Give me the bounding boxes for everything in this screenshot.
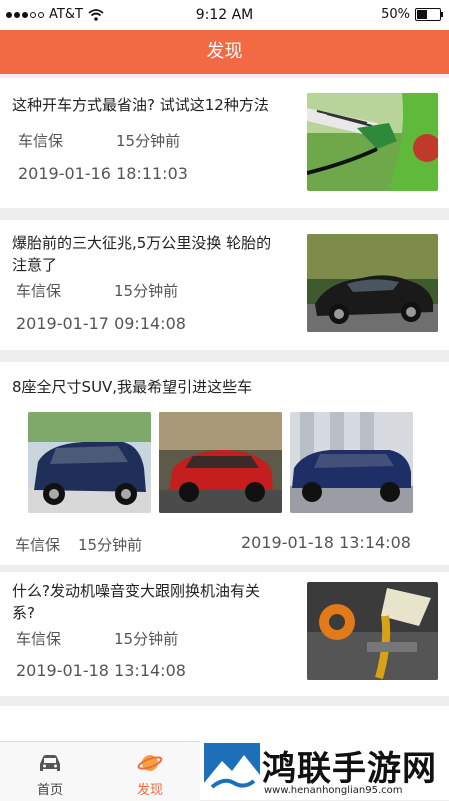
tab-discover-label: 发现 [136,783,163,798]
article-title-line: 什么?发动机噪音变大跟刚换机油有关 [12,582,260,600]
article-title-line: 系? [12,604,35,622]
car-icon [40,755,60,771]
tab-home[interactable]: 首页 [0,742,100,801]
article-date: 2019-01-16 18:11:03 [18,164,188,183]
article-thumbnail[interactable] [290,412,413,513]
article-card[interactable]: 8座全尺寸SUV,我最希望引进这些车 车信保 15分钟前 2019-01-18 … [0,362,449,565]
watermark-name: 鸿联手游网 [262,749,437,789]
planet-icon [137,755,163,771]
status-bar: AT&T 9:12 AM 50% [0,0,449,30]
watermark-logo-icon [204,743,260,797]
header-bar: 发现 [0,30,449,74]
article-card[interactable]: 什么?发动机噪音变大跟刚换机油有关 系? 车信保 15分钟前 2019-01-1… [0,572,449,696]
site-watermark: 鸿联手游网 www.henanhonglian95.com [200,741,449,800]
watermark-url: www.henanhonglian95.com [264,785,403,796]
article-thumbnail[interactable] [307,582,438,680]
article-title-line: 注意了 [12,256,58,274]
article-date: 2019-01-18 13:14:08 [241,533,411,552]
article-source: 车信保 [16,630,62,648]
article-thumbnail[interactable] [28,412,151,513]
article-source: 车信保 [15,536,61,554]
article-date: 2019-01-18 13:14:08 [16,661,186,680]
article-date: 2019-01-17 09:14:08 [16,314,186,333]
article-title[interactable]: 这种开车方式最省油? 试试这12种方法 [12,94,269,116]
article-title[interactable]: 8座全尺寸SUV,我最希望引进这些车 [12,376,252,398]
article-thumbnail[interactable] [307,234,438,332]
article-time-ago: 15分钟前 [114,282,179,300]
article-title-line: 爆胎前的三大征兆,5万公里没换 轮胎的 [12,234,272,252]
article-source: 车信保 [18,132,64,150]
article-time-ago: 15分钟前 [78,536,143,554]
battery-icon [415,8,443,21]
article-thumbnail[interactable] [159,412,282,513]
article-card[interactable]: 爆胎前的三大征兆,5万公里没换 轮胎的 注意了 车信保 15分钟前 2019-0… [0,220,449,350]
page-title: 发现 [206,41,243,62]
article-title[interactable]: 什么?发动机噪音变大跟刚换机油有关 系? [12,580,260,624]
article-card-placeholder [0,706,449,741]
tab-home-label: 首页 [36,783,63,798]
article-thumbnail[interactable] [307,93,438,191]
tab-discover[interactable]: 发现 [100,742,200,801]
article-time-ago: 15分钟前 [114,630,179,648]
article-time-ago: 15分钟前 [116,132,181,150]
article-title[interactable]: 爆胎前的三大征兆,5万公里没换 轮胎的 注意了 [12,232,271,276]
battery-percent: 50% [381,7,410,22]
article-card[interactable]: 这种开车方式最省油? 试试这12种方法 车信保 15分钟前 2019-01-16… [0,78,449,208]
bottom-tab-bar: 首页 发现 [0,741,200,801]
article-source: 车信保 [16,282,62,300]
